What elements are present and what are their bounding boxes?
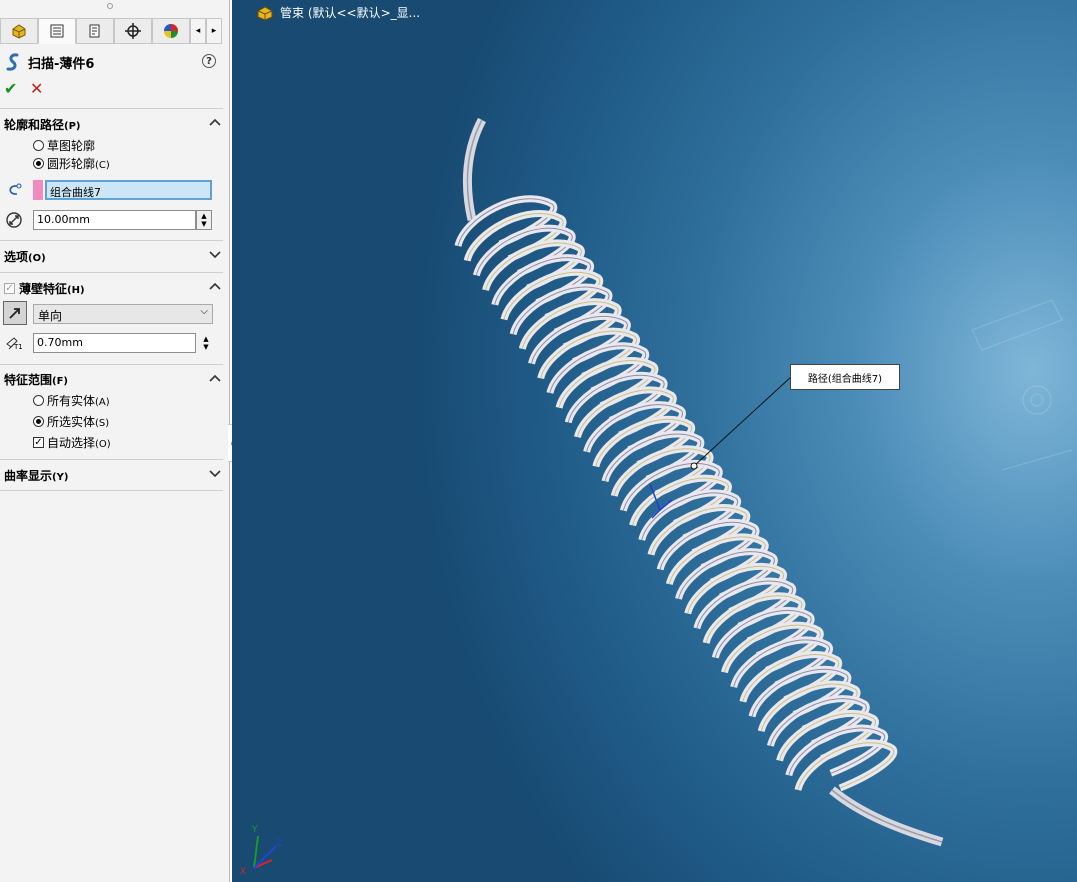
- diameter-icon-box: [4, 210, 24, 230]
- appearance-pie-icon: [164, 24, 178, 38]
- triad-z-label: Z: [276, 839, 282, 849]
- radio-sketch-profile[interactable]: 草图轮廓: [33, 137, 95, 154]
- panel-grip[interactable]: [107, 3, 113, 9]
- path-icon-box: [4, 180, 24, 200]
- cancel-button[interactable]: ✕: [30, 79, 43, 98]
- part-icon: [12, 24, 26, 39]
- radio-circular-profile-button[interactable]: [33, 158, 44, 169]
- radio-selected-bodies-button[interactable]: [33, 416, 44, 427]
- path-callout[interactable]: 路径(组合曲线7): [790, 364, 900, 390]
- chevron-down-icon[interactable]: [209, 251, 221, 259]
- diameter-icon: [6, 212, 22, 228]
- path-curve-icon: [9, 183, 22, 195]
- thin-feature-checkbox[interactable]: ✓: [4, 283, 15, 294]
- sweep-icon: [6, 53, 19, 71]
- feature-manager-icon: [50, 24, 64, 38]
- reverse-direction-icon: [9, 308, 20, 319]
- chevron-up-icon[interactable]: [209, 374, 221, 382]
- triad-x-label: X: [240, 867, 246, 877]
- direction-select[interactable]: 单向 ⌵: [33, 304, 213, 324]
- triad-y-label: Y: [251, 825, 258, 835]
- tab-display-manager[interactable]: [152, 18, 190, 44]
- path-selection-field[interactable]: 组合曲线7: [45, 180, 212, 200]
- tab-configuration-manager[interactable]: [114, 18, 152, 44]
- graphics-viewport[interactable]: 管束 (默认<<默认>_显... X Y Z 路径(组合曲线7): [232, 0, 1077, 882]
- diameter-spinner[interactable]: ▲ ▼: [196, 210, 212, 230]
- tab-feature-manager[interactable]: [38, 18, 76, 44]
- chevron-up-icon[interactable]: [209, 282, 221, 290]
- radio-selected-bodies-label: 所选实体(S): [47, 415, 110, 429]
- tabs-next-button[interactable]: ▸: [206, 18, 222, 44]
- direction-select-value: 单向: [38, 309, 63, 323]
- background-watermark: [971, 299, 1073, 471]
- help-button[interactable]: ?: [202, 54, 216, 68]
- section-curvature-heading[interactable]: 曲率显示(Y): [4, 467, 68, 484]
- coil-turns: [454, 195, 898, 792]
- crosshair-icon: [125, 23, 141, 39]
- radio-all-bodies[interactable]: 所有实体(A): [33, 392, 110, 409]
- thickness-icon-box: T1: [4, 334, 26, 354]
- chevron-down-icon[interactable]: [209, 470, 221, 478]
- section-feature-scope-heading[interactable]: 特征范围(F): [4, 371, 68, 388]
- t1-label: T1: [14, 343, 23, 351]
- tab-property-manager[interactable]: [76, 18, 114, 44]
- thickness-input[interactable]: 0.70mm: [33, 333, 196, 353]
- chevron-down-icon: ⌵: [200, 306, 208, 317]
- divider: [0, 490, 223, 491]
- thickness-spinner[interactable]: ▲ ▼: [198, 333, 214, 353]
- divider: [0, 240, 223, 241]
- divider: [0, 459, 223, 460]
- property-manager-panel: ◂ ▸ 扫描-薄件6 ? ✔ ✕ 轮廓和路径(P) 草图轮廓 圆形轮廓(C) 组…: [0, 0, 230, 882]
- view-triad[interactable]: X Y Z: [240, 825, 282, 877]
- radio-sketch-profile-button[interactable]: [33, 140, 44, 151]
- selection-color-swatch: [33, 180, 43, 200]
- section-options-heading[interactable]: 选项(O): [4, 248, 46, 265]
- radio-all-bodies-button[interactable]: [33, 395, 44, 406]
- property-manager-icon: [89, 24, 100, 38]
- manager-tabs: ◂ ▸: [0, 18, 230, 44]
- auto-select-checkbox[interactable]: ✓ 自动选择(O): [33, 434, 111, 451]
- helical-tube-model[interactable]: X Y Z: [232, 0, 1077, 882]
- radio-all-bodies-label: 所有实体(A): [47, 394, 110, 408]
- divider: [0, 108, 223, 109]
- chevron-up-icon[interactable]: [209, 118, 221, 126]
- radio-circular-profile-label: 圆形轮廓(C): [47, 157, 110, 171]
- panel-title: 扫描-薄件6: [4, 52, 94, 72]
- radio-circular-profile[interactable]: 圆形轮廓(C): [33, 155, 110, 172]
- callout-anchor: [690, 462, 698, 470]
- reverse-direction-button[interactable]: [3, 301, 27, 325]
- radio-selected-bodies[interactable]: 所选实体(S): [33, 413, 109, 430]
- auto-select-check[interactable]: ✓: [33, 437, 44, 448]
- panel-title-text: 扫描-薄件6: [28, 56, 95, 72]
- auto-select-label: 自动选择(O): [47, 436, 111, 450]
- divider: [0, 364, 223, 365]
- ok-button[interactable]: ✔: [4, 79, 17, 98]
- tabs-prev-button[interactable]: ◂: [190, 18, 206, 44]
- diameter-input[interactable]: 10.00mm: [33, 210, 196, 230]
- tube-lead-bottom: [829, 786, 944, 847]
- tab-part[interactable]: [0, 18, 38, 44]
- section-thin-feature-heading[interactable]: ✓ 薄壁特征(H): [4, 280, 85, 297]
- callout-leader: [693, 375, 793, 467]
- divider: [0, 272, 223, 273]
- radio-sketch-profile-label: 草图轮廓: [47, 139, 96, 153]
- section-profile-path-heading[interactable]: 轮廓和路径(P): [4, 116, 81, 133]
